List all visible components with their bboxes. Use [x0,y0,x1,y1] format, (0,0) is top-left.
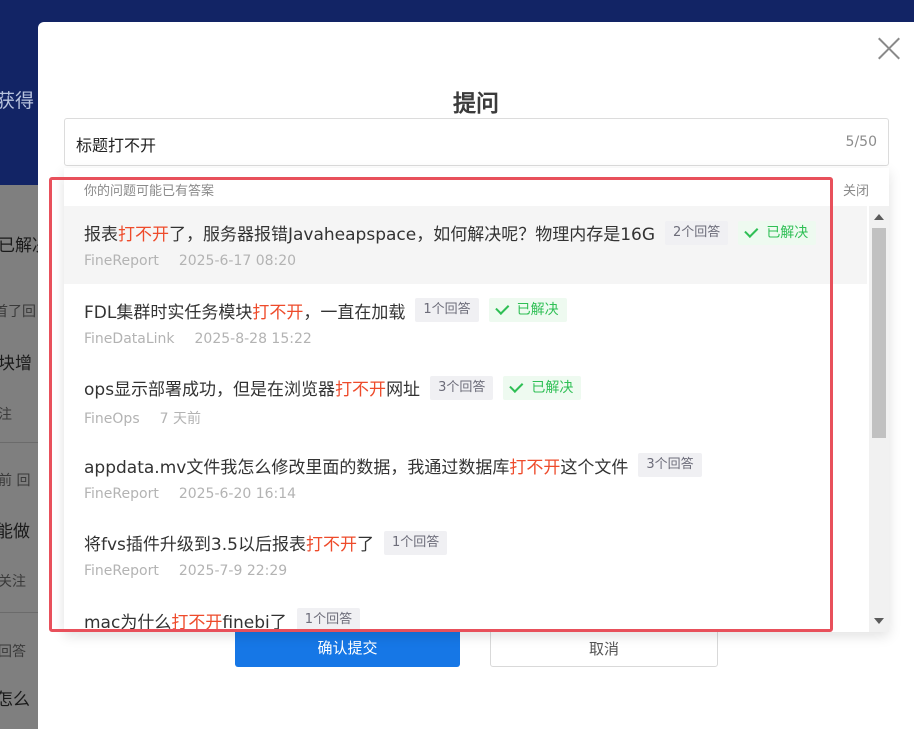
background-text: 块增 [0,354,32,374]
background-text: 首了回 [0,304,36,320]
solved-badge: 已解决 [738,220,817,245]
question-meta: FineDataLink 2025-8-28 15:22 [84,331,312,347]
background-banner-text: 获得 [0,90,35,112]
question-title: mac为什么打不开finebi了 [84,608,287,633]
question-title-value: 标题打不开 [76,136,157,155]
question-text-part: ops显示部署成功，但是在浏览器 [84,380,336,400]
solved-label: 已解决 [766,224,809,241]
suggestion-item[interactable]: appdata.mv文件我怎么修改里面的数据，我通过数据库打不开这个文件 3个回答… [64,439,867,517]
answer-count-badge: 1个回答 [296,608,361,632]
question-title: appdata.mv文件我怎么修改里面的数据，我通过数据库打不开这个文件 [84,453,628,478]
question-date: 2025-6-17 08:20 [178,253,297,269]
question-title: ops显示部署成功，但是在浏览器打不开网址 [84,375,420,400]
keyword-highlight: 打不开 [335,380,387,400]
scroll-down-icon[interactable] [874,618,884,624]
product-tag[interactable]: FineReport [84,253,159,269]
question-title: 报表打不开了，服务器报错Javaheapspace，如何解决呢？物理内存是16G [84,220,655,245]
close-icon[interactable] [876,36,902,62]
keyword-highlight: 打不开 [118,225,169,245]
question-text-part: ，一直在加载 [303,302,406,323]
question-date: 7 天前 [159,411,201,427]
scroll-thumb[interactable] [872,228,886,438]
product-tag[interactable]: FineReport [84,486,159,502]
keyword-highlight: 打不开 [252,302,304,323]
answer-count-badge: 1个回答 [383,530,448,555]
question-text-part: 将fvs插件升级到3.5以后报表 [84,535,306,555]
suggestion-list: 报表打不开了，服务器报错Javaheapspace，如何解决呢？物理内存是16G… [64,206,867,632]
background-text: 关注 [0,574,26,590]
question-meta: FineReport 2025-6-17 08:20 [84,253,296,269]
background-divider [0,442,38,443]
keyword-highlight: 打不开 [305,535,357,555]
solved-label: 已解决 [516,302,559,318]
question-meta: FineReport 2025-7-9 22:29 [84,563,287,579]
keyword-highlight: 打不开 [509,457,561,478]
question-text-part: appdata.mv文件我怎么修改里面的数据，我通过数据库 [84,457,510,478]
solved-badge: 已解决 [488,298,567,322]
similar-questions-dropdown: 你的问题可能已有答案 关闭 报表打不开了，服务器报错Javaheapspace，… [64,168,889,632]
answer-count-badge: 2个回答 [665,220,729,245]
product-tag[interactable]: FineOps [84,411,140,427]
cancel-button[interactable]: 取消 [490,629,718,667]
answer-count-badge: 3个回答 [430,375,494,400]
question-title-input[interactable]: 标题打不开 5/50 [64,118,889,166]
product-tag[interactable]: FineDataLink [84,331,175,347]
suggestion-question: appdata.mv文件我怎么修改里面的数据，我通过数据库打不开这个文件 3个回答 [84,453,702,478]
suggestion-question: ops显示部署成功，但是在浏览器打不开网址 3个回答 已解决 [84,375,582,400]
check-icon [744,223,759,238]
background-text: 回答 [0,644,26,660]
suggestion-item[interactable]: ops显示部署成功，但是在浏览器打不开网址 3个回答 已解决 FineOps 7 天前 [64,361,867,439]
background-text: 前 回 [0,473,31,489]
question-date: 2025-8-28 15:22 [194,330,312,347]
suggestion-question: mac为什么打不开finebi了 1个回答 [84,608,361,633]
question-text-part: FDL集群时实任务模块 [84,302,253,323]
question-meta: FineReport 2025-6-20 16:14 [84,486,296,502]
scroll-up-icon[interactable] [874,214,884,220]
question-text-part: 这个文件 [560,457,629,478]
question-text-part: 网址 [386,380,421,400]
background-divider [0,612,38,613]
question-title: 将fvs插件升级到3.5以后报表打不开了 [84,530,374,555]
question-text-part: 了，服务器报错Javaheapspace，如何解决呢？物理内存是16G [169,225,656,245]
character-counter: 5/50 [845,134,877,150]
suggestion-question: FDL集群时实任务模块打不开，一直在加载 1个回答 已解决 [84,298,567,323]
background-text: 注 [0,407,12,423]
question-date: 2025-6-20 16:14 [178,485,297,502]
question-meta: FineOps 7 天前 [84,408,201,428]
suggestion-item[interactable]: FDL集群时实任务模块打不开，一直在加载 1个回答 已解决 FineDataLink 2… [64,284,867,362]
background-text: 怎么 [0,690,30,710]
suggestion-item[interactable]: 将fvs插件升级到3.5以后报表打不开了 1个回答 FineReport 2025-7… [64,516,867,594]
question-text-part: 报表 [84,225,118,245]
suggestion-item[interactable]: mac为什么打不开finebi了 1个回答 [64,594,867,633]
keyword-highlight: 打不开 [171,612,223,633]
submit-button[interactable]: 确认提交 [235,629,460,667]
question-title: FDL集群时实任务模块打不开，一直在加载 [84,298,405,323]
suggestion-question: 将fvs插件升级到3.5以后报表打不开了 1个回答 [84,530,448,555]
check-icon [494,300,509,315]
question-text-part: mac为什么 [84,612,172,633]
question-text-part: 了 [356,535,374,555]
answer-count-badge: 1个回答 [415,298,479,322]
scrollbar[interactable] [869,206,889,632]
dropdown-header: 你的问题可能已有答案 [84,184,215,199]
suggestion-item[interactable]: 报表打不开了，服务器报错Javaheapspace，如何解决呢？物理内存是16G… [64,206,867,284]
question-date: 2025-7-9 22:29 [178,563,288,579]
solved-badge: 已解决 [503,375,582,400]
background-text: 能做 [0,522,30,542]
solved-label: 已解决 [531,379,574,396]
suggestion-question: 报表打不开了，服务器报错Javaheapspace，如何解决呢？物理内存是16G… [84,220,817,245]
answer-count-badge: 3个回答 [638,453,702,477]
check-icon [509,378,524,393]
dropdown-close-button[interactable]: 关闭 [843,180,869,199]
question-text-part: finebi了 [222,612,287,633]
product-tag[interactable]: FineReport [84,563,159,579]
modal-title: 提问 [453,91,499,117]
